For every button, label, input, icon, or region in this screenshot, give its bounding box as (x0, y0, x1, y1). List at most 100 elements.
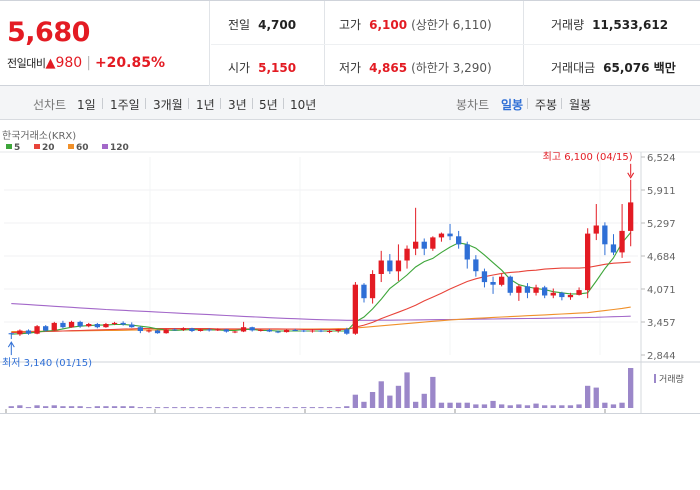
candle-body (421, 241, 427, 249)
tab-3m[interactable]: 3개월 (153, 96, 183, 113)
legend-label-ma20: 20 (42, 143, 55, 153)
volume-bar (111, 406, 118, 408)
volume-bar (344, 406, 350, 408)
volume-bar (447, 402, 453, 408)
candle-body (77, 321, 83, 327)
volume-bar (335, 407, 341, 409)
candle-body (137, 327, 143, 331)
volume-bar (628, 368, 634, 408)
volume-bar (387, 395, 393, 408)
candle-body (585, 233, 591, 291)
volume-bar (610, 404, 617, 408)
candle-body (232, 331, 238, 333)
volume-bar (8, 406, 14, 408)
tab-3y[interactable]: 3년 (228, 96, 247, 113)
tab-1y[interactable]: 1년 (196, 96, 215, 113)
y-tick-label: 5,297 (647, 219, 676, 230)
low-price: 저가 4,865 (하한가 3,290) (339, 61, 492, 75)
candle-body (326, 331, 333, 332)
candle-body (619, 230, 625, 253)
candle-body (111, 322, 118, 324)
change-separator: | (86, 55, 91, 71)
candle-body (51, 322, 57, 331)
tab-1d[interactable]: 1일 (77, 96, 96, 113)
volume-bar (524, 405, 531, 408)
volume-bar (413, 401, 419, 408)
candle-body (413, 241, 419, 249)
tab-monthly[interactable]: 월봉 (569, 96, 591, 113)
tab-weekly[interactable]: 주봉 (535, 96, 557, 113)
legend-swatch-ma5 (6, 144, 12, 149)
volume-bar (593, 387, 599, 408)
candle-body (120, 322, 126, 325)
candle-body (593, 225, 599, 234)
y-tick-label: 6,524 (647, 153, 676, 164)
volume-bar (516, 404, 522, 408)
low-annotation: 최저 3,140 (01/15) (2, 357, 92, 369)
volume-bar (25, 407, 32, 409)
volume-bar (223, 407, 229, 409)
volume-bar (120, 406, 126, 408)
prev-close: 전일 4,700 (228, 18, 297, 32)
volume-bar (275, 407, 281, 409)
candle-body (309, 330, 315, 332)
legend-label-ma60: 60 (76, 143, 89, 153)
candle-body (335, 329, 341, 331)
legend-label-ma5: 5 (14, 143, 20, 153)
candle-body (318, 330, 324, 332)
candle-body (499, 276, 505, 285)
volume-bar (559, 405, 565, 408)
volume-bar (197, 407, 204, 409)
candle-body (249, 327, 255, 331)
volume-bar (266, 407, 272, 409)
volume-bar (404, 372, 410, 408)
quote-panel: 5,680 전일대비▲980 | +20.85% 전일 4,700 시가 5,150 고… (0, 0, 700, 87)
candle-body (197, 329, 204, 331)
tab-5y[interactable]: 5년 (259, 96, 278, 113)
tab-1w[interactable]: 1주일 (110, 96, 140, 113)
volume-bar (86, 407, 92, 409)
tab-daily[interactable]: 일봉 (501, 96, 523, 113)
candle-body (292, 329, 298, 331)
volume-bar (352, 394, 358, 408)
price-change: 전일대비▲980 | +20.85% (7, 55, 165, 71)
volume-bar (215, 407, 221, 409)
volume-bar (154, 407, 161, 409)
tab-10y[interactable]: 10년 (290, 96, 316, 113)
candle-body (86, 324, 92, 327)
candle-body (559, 292, 565, 298)
volume-bar (438, 402, 445, 408)
candle-body (404, 248, 410, 261)
volume-bar (567, 405, 574, 408)
candle-body (524, 286, 531, 293)
volume-bar (395, 385, 402, 408)
candle-body (146, 330, 152, 332)
candle-body (103, 324, 109, 328)
volume-bar (163, 407, 169, 409)
open-price: 시가 5,150 (228, 61, 297, 75)
volume-bar (249, 407, 255, 409)
legend-label-ma120: 120 (110, 143, 129, 153)
y-tick-label: 5,911 (647, 186, 676, 197)
candle-body (602, 225, 608, 245)
volume-bar (421, 393, 427, 408)
ma-line-ma5 (11, 232, 632, 335)
volume-bar (258, 407, 264, 409)
legend-swatch-ma60 (68, 144, 74, 149)
candle-body (129, 324, 135, 328)
candle-body (8, 333, 14, 335)
candle-body (464, 244, 470, 260)
period-tabs: 선차트 1일 1주일 3개월 1년 3년 5년 10년 봉차트 일봉 주봉 월봉 (0, 86, 700, 120)
volume-bar (60, 406, 66, 408)
high-annotation: 최고 6,100 (04/15) (543, 151, 633, 163)
volume-bar (232, 407, 238, 409)
candle-body (60, 322, 66, 328)
candle-body (94, 324, 100, 328)
y-tick-label: 4,684 (647, 252, 676, 263)
line-chart-title: 선차트 (33, 98, 67, 112)
candle-body (447, 233, 453, 237)
candle-body (172, 329, 178, 331)
y-tick-label: 2,844 (647, 351, 676, 362)
candle-body (215, 329, 221, 331)
candle-body (25, 330, 32, 334)
